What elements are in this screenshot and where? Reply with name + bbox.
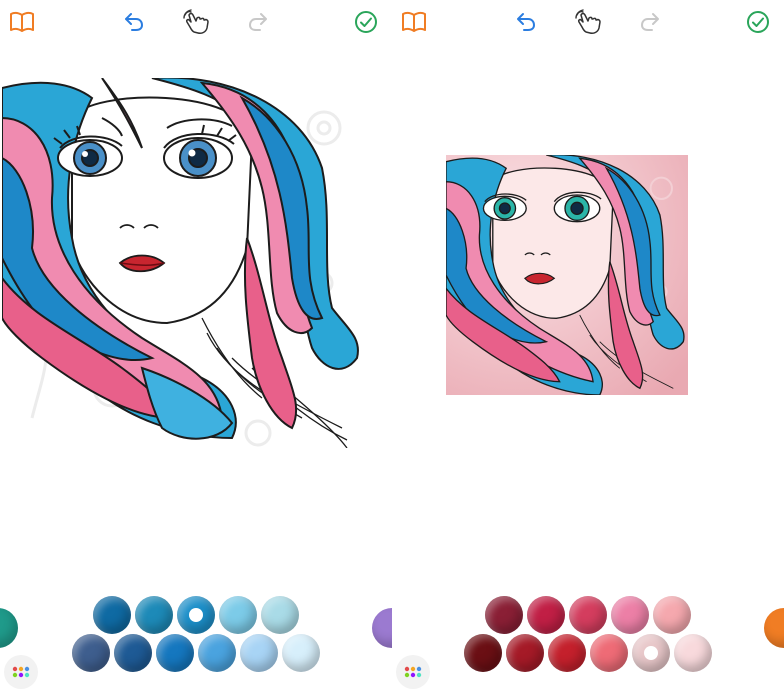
color-swatch[interactable]	[653, 596, 691, 634]
color-palette	[0, 592, 392, 692]
book-icon	[402, 11, 426, 32]
checkmark-circle-icon	[747, 11, 769, 33]
finger-tap-icon	[575, 9, 601, 34]
girl-portrait-illustration	[0, 76, 359, 449]
color-palette	[392, 592, 784, 692]
color-swatch[interactable]	[93, 596, 131, 634]
top-toolbar	[0, 0, 392, 44]
color-swatch-selected[interactable]	[177, 596, 215, 634]
selected-indicator	[189, 608, 203, 622]
finger-tap-icon	[183, 9, 209, 34]
left-coloring-screen	[0, 0, 392, 696]
color-swatch[interactable]	[611, 596, 649, 634]
color-swatch[interactable]	[156, 634, 194, 672]
color-swatch[interactable]	[282, 634, 320, 672]
color-swatch[interactable]	[240, 634, 278, 672]
right-coloring-screen	[392, 0, 784, 696]
book-icon	[10, 11, 34, 32]
color-swatch[interactable]	[72, 634, 110, 672]
top-toolbar	[392, 0, 784, 44]
girl-portrait-illustration	[445, 154, 688, 396]
redo-button[interactable]	[244, 8, 272, 36]
undo-button[interactable]	[512, 8, 540, 36]
palette-dots-icon	[12, 666, 30, 678]
color-swatch[interactable]	[569, 596, 607, 634]
color-swatch[interactable]	[198, 634, 236, 672]
color-swatch[interactable]	[464, 634, 502, 672]
palettes-button[interactable]	[4, 655, 38, 689]
color-swatch[interactable]	[548, 634, 586, 672]
color-swatch[interactable]	[506, 634, 544, 672]
undo-icon	[517, 13, 535, 31]
color-swatch[interactable]	[219, 596, 257, 634]
color-swatch[interactable]	[527, 596, 565, 634]
redo-icon	[249, 13, 267, 31]
color-swatch[interactable]	[135, 596, 173, 634]
checkmark-circle-icon	[355, 11, 377, 33]
redo-icon	[641, 13, 659, 31]
color-swatch[interactable]	[674, 634, 712, 672]
color-swatch[interactable]	[485, 596, 523, 634]
library-button[interactable]	[400, 8, 428, 36]
done-button[interactable]	[744, 8, 772, 36]
coloring-canvas[interactable]	[0, 76, 364, 449]
undo-button[interactable]	[120, 8, 148, 36]
finger-mode-button[interactable]	[574, 8, 602, 36]
done-button[interactable]	[352, 8, 380, 36]
library-button[interactable]	[8, 8, 36, 36]
redo-button[interactable]	[636, 8, 664, 36]
undo-icon	[125, 13, 143, 31]
finger-mode-button[interactable]	[182, 8, 210, 36]
color-swatch[interactable]	[261, 596, 299, 634]
palette-dots-icon	[404, 666, 422, 678]
palettes-button[interactable]	[396, 655, 430, 689]
color-swatch[interactable]	[114, 634, 152, 672]
selected-indicator	[644, 646, 658, 660]
color-swatch[interactable]	[590, 634, 628, 672]
color-swatch-selected[interactable]	[632, 634, 670, 672]
coloring-canvas[interactable]	[445, 154, 688, 396]
